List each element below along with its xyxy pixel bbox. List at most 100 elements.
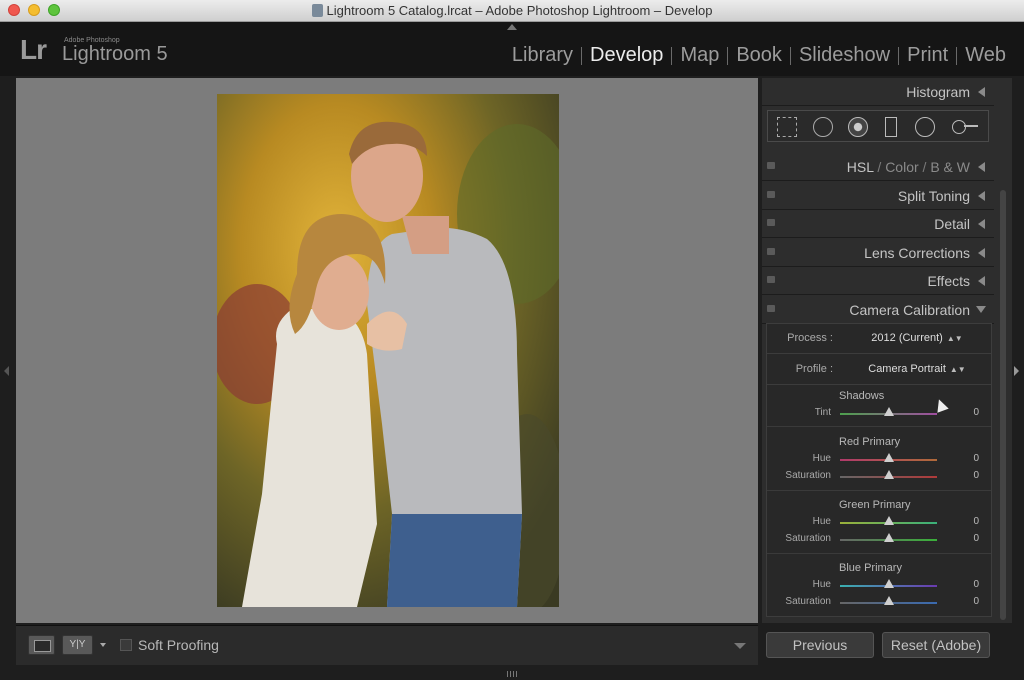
blue-hue-slider[interactable]: Hue 0 xyxy=(767,578,991,594)
slider-handle[interactable] xyxy=(884,453,894,462)
green-primary-title: Green Primary xyxy=(839,499,911,511)
slider-value[interactable]: 0 xyxy=(973,533,979,544)
green-hue-slider[interactable]: Hue 0 xyxy=(767,515,991,531)
soft-proofing-checkbox[interactable] xyxy=(120,639,132,651)
detail-panel-header[interactable]: Detail xyxy=(762,210,994,238)
module-book[interactable]: Book xyxy=(728,44,790,67)
panel-toggle-switch[interactable] xyxy=(767,191,775,198)
effects-panel-header[interactable]: Effects xyxy=(762,267,994,295)
slider-handle[interactable] xyxy=(884,533,894,542)
green-saturation-slider[interactable]: Saturation 0 xyxy=(767,532,991,548)
camera-calibration-expand-icon[interactable] xyxy=(976,306,986,313)
blue-saturation-slider[interactable]: Saturation 0 xyxy=(767,595,991,611)
title-bar: Lightroom 5 Catalog.lrcat – Adobe Photos… xyxy=(0,0,1024,22)
camera-calibration-body: Process : 2012 (Current) ▲▼ Profile : Cam… xyxy=(766,323,992,617)
right-panel-scrollbar[interactable] xyxy=(1000,190,1006,620)
window-title-text: Lightroom 5 Catalog.lrcat – Adobe Photos… xyxy=(326,3,713,18)
collapse-top-panel-icon[interactable] xyxy=(507,24,517,30)
photo-preview[interactable] xyxy=(217,94,559,607)
group-divider xyxy=(767,426,991,427)
slider-value[interactable]: 0 xyxy=(973,453,979,464)
histogram-collapse-icon[interactable] xyxy=(978,87,985,97)
panel-toggle-switch[interactable] xyxy=(767,276,775,283)
toolbar-content-menu-icon[interactable] xyxy=(734,643,746,649)
slider-value[interactable]: 0 xyxy=(973,579,979,590)
panel-toggle-switch[interactable] xyxy=(767,305,775,312)
module-print[interactable]: Print xyxy=(899,44,956,67)
slider-value[interactable]: 0 xyxy=(973,596,979,607)
hsl-collapse-icon[interactable] xyxy=(978,162,985,172)
panel-toggle-switch[interactable] xyxy=(767,248,775,255)
red-primary-title: Red Primary xyxy=(839,436,901,448)
slider-handle[interactable] xyxy=(884,407,894,416)
split-toning-panel-header[interactable]: Split Toning xyxy=(762,182,994,210)
filmstrip-toggle-icon[interactable] xyxy=(507,671,517,677)
lightroom-logo: Lr xyxy=(20,34,47,65)
adjustment-brush-icon[interactable] xyxy=(952,117,980,137)
red-eye-icon[interactable] xyxy=(848,117,868,137)
slider-handle[interactable] xyxy=(884,579,894,588)
red-hue-slider[interactable]: Hue 0 xyxy=(767,452,991,468)
detail-collapse-icon[interactable] xyxy=(978,219,985,229)
lightroom-window: Lightroom 5 Catalog.lrcat – Adobe Photos… xyxy=(0,0,1024,680)
module-develop[interactable]: Develop xyxy=(582,44,671,67)
document-icon xyxy=(311,4,323,17)
hsl-panel-header[interactable]: HSL / Color / B & W xyxy=(762,153,994,181)
profile-label: Profile : xyxy=(795,363,833,375)
color-tab[interactable]: Color xyxy=(885,159,918,175)
hsl-tab[interactable]: HSL xyxy=(847,159,874,175)
process-row: Process : 2012 (Current) ▲▼ xyxy=(767,324,991,354)
loupe-view-button[interactable] xyxy=(28,635,55,655)
before-after-button[interactable]: Y|Y xyxy=(62,635,93,655)
hide-right-panel-icon[interactable] xyxy=(1014,366,1019,376)
slider-handle[interactable] xyxy=(884,470,894,479)
module-picker: Library Develop Map Book Slideshow Print… xyxy=(504,44,1014,67)
process-label: Process : xyxy=(787,332,833,344)
shadows-tint-slider[interactable]: Tint 0 xyxy=(767,406,991,422)
previous-button[interactable]: Previous xyxy=(766,632,874,658)
profile-value: Camera Portrait xyxy=(868,363,946,375)
image-canvas[interactable] xyxy=(16,78,758,623)
window-title: Lightroom 5 Catalog.lrcat – Adobe Photos… xyxy=(0,3,1024,18)
slider-handle[interactable] xyxy=(884,596,894,605)
histogram-title: Histogram xyxy=(906,84,970,100)
spot-removal-icon[interactable] xyxy=(813,117,833,137)
panel-toggle-switch[interactable] xyxy=(767,219,775,226)
show-left-panel-icon[interactable] xyxy=(4,366,9,376)
histogram-panel-header[interactable]: Histogram xyxy=(762,78,994,106)
split-toning-collapse-icon[interactable] xyxy=(978,191,985,201)
slider-label: Saturation xyxy=(785,596,831,607)
before-after-dropdown-icon[interactable] xyxy=(100,643,106,647)
camera-calibration-panel-header[interactable]: Camera Calibration xyxy=(762,296,994,324)
crop-overlay-icon[interactable] xyxy=(777,117,797,137)
radial-filter-icon[interactable] xyxy=(915,117,935,137)
graduated-filter-icon[interactable] xyxy=(885,117,897,137)
panel-toggle-switch[interactable] xyxy=(767,162,775,169)
lens-corrections-panel-header[interactable]: Lens Corrections xyxy=(762,239,994,267)
profile-select[interactable]: Camera Portrait ▲▼ xyxy=(847,363,987,375)
red-saturation-slider[interactable]: Saturation 0 xyxy=(767,469,991,485)
hsl-separator: / xyxy=(922,159,927,175)
group-divider xyxy=(767,553,991,554)
portrait-photo xyxy=(217,94,559,607)
slider-label: Saturation xyxy=(785,533,831,544)
module-slideshow[interactable]: Slideshow xyxy=(791,44,898,67)
effects-collapse-icon[interactable] xyxy=(978,276,985,286)
module-library[interactable]: Library xyxy=(504,44,581,67)
slider-label: Saturation xyxy=(785,470,831,481)
bw-tab[interactable]: B & W xyxy=(930,159,970,175)
slider-value[interactable]: 0 xyxy=(973,470,979,481)
tool-strip xyxy=(767,110,989,142)
lens-corrections-title: Lens Corrections xyxy=(864,245,970,261)
slider-label: Hue xyxy=(812,579,831,590)
slider-handle[interactable] xyxy=(884,516,894,525)
slider-label: Hue xyxy=(812,516,831,527)
effects-title: Effects xyxy=(927,273,970,289)
reset-button[interactable]: Reset (Adobe) xyxy=(882,632,990,658)
slider-value[interactable]: 0 xyxy=(973,407,979,418)
lens-corrections-collapse-icon[interactable] xyxy=(978,248,985,258)
module-map[interactable]: Map xyxy=(672,44,727,67)
process-select[interactable]: 2012 (Current) ▲▼ xyxy=(847,332,987,344)
slider-value[interactable]: 0 xyxy=(973,516,979,527)
module-web[interactable]: Web xyxy=(957,44,1014,67)
